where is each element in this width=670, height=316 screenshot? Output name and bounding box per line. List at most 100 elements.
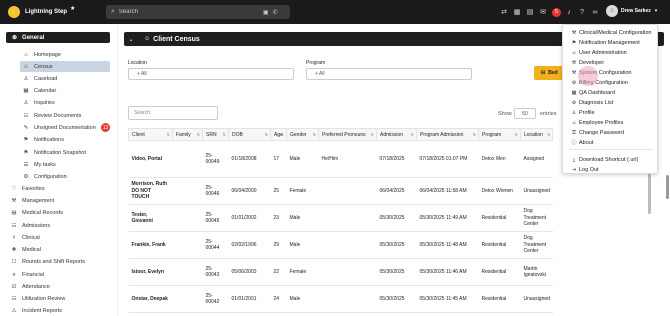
menu-item-clinical-medical-configuration[interactable]: ⚒ Clinical/Medical Configuration (571, 28, 652, 37)
sort-icon[interactable]: ⇅ (223, 132, 226, 137)
sort-icon[interactable]: ⇅ (197, 132, 200, 137)
cell-client[interactable]: Istoor, Evelyn (128, 258, 173, 286)
cell-admission: 06/04/2025 (376, 177, 417, 205)
sort-icon[interactable]: ⇅ (281, 132, 284, 137)
sidebar-item-homepage[interactable]: ⌂ Homepage (22, 49, 108, 60)
menu-item-about[interactable]: ⓘ About (571, 138, 593, 147)
column-header[interactable]: Program Admission ⇅ (416, 128, 479, 141)
table-search-input[interactable]: Search: (128, 106, 218, 120)
sidebar-group-general[interactable]: ⊕ General (6, 32, 110, 43)
sidebar-section-attendance[interactable]: ☑ Attendance (10, 281, 110, 292)
column-header[interactable]: Preferred Pronouns ⇅ (318, 128, 377, 141)
column-header[interactable]: DOB ⇅ (228, 128, 271, 141)
menu-item-label: Developer (579, 59, 605, 66)
chat-icon[interactable]: ✉ (537, 5, 549, 19)
bell-icon[interactable]: ♪ (563, 5, 575, 19)
sidebar-item-inquiries[interactable]: ♙ Inquiries (22, 97, 108, 108)
cell-client[interactable]: Onstar, Deepak (128, 285, 173, 313)
wrench-icon: ⚒ (571, 29, 577, 36)
cell-client[interactable]: Video, Portal (128, 140, 173, 178)
search-icon: ⌕ (111, 8, 115, 15)
global-search-input[interactable] (118, 9, 259, 15)
sidebar-item-notifications[interactable]: ⚑ Notifications (22, 134, 108, 145)
table-row[interactable]: Video, Portal 25-00049 01/18/2008 17 Male He/… (128, 140, 553, 178)
sort-icon[interactable]: ⇅ (265, 132, 268, 137)
cell-client[interactable]: Morrison, Ruth DO NOT TOUCH (128, 177, 173, 205)
table-row[interactable]: Morrison, Ruth DO NOT TOUCH 25-00046 06/04… (128, 177, 553, 205)
cell-client[interactable]: Frankie, Frank (128, 231, 173, 259)
help-icon[interactable]: ? (576, 5, 588, 19)
sidebar-section-clinical[interactable]: ⚕ Clinical (10, 232, 110, 243)
handshake-icon[interactable]: ⇄ (498, 5, 510, 19)
wrench-icon: ⚒ (571, 69, 577, 76)
phone-icon[interactable]: ✆ (273, 9, 278, 16)
sort-icon[interactable]: ⇅ (547, 132, 550, 137)
column-header[interactable]: Program ⇅ (478, 128, 521, 141)
sidebar-item-review-documents[interactable]: ☷ Review Documents (22, 110, 108, 121)
menu-item-profile[interactable]: ♙ Profile (571, 108, 595, 117)
cell-age: 29 (270, 231, 287, 259)
menu-item-download-shortcut-url[interactable]: ⤓ Download Shortcut (.url) (571, 155, 638, 164)
user-menu-toggle[interactable]: ☺ Drew Sarkez ▾ (606, 5, 657, 17)
grid-icon[interactable]: ▤ (524, 5, 536, 19)
sidebar-section-medical[interactable]: ✚ Medical (10, 244, 110, 255)
menu-item-notification-management[interactable]: ⚑ Notification Management (571, 38, 640, 47)
sidebar-section-medical-records[interactable]: ▤ Medical Records (10, 207, 110, 218)
menu-item-qa-dashboard[interactable]: ▦ QA Dashboard (571, 88, 615, 97)
cell-pronouns (318, 258, 377, 286)
column-header[interactable]: Client ⇅ (128, 128, 173, 141)
table-row[interactable]: Tester, Giovanni 25-00045 01/01/2002 23 Male… (128, 204, 553, 232)
table-row[interactable]: Frankie, Frank 25-00044 02/02/1996 29 Male 05… (128, 231, 553, 259)
sidebar-item-my-tasks[interactable]: ☰ My tasks (22, 159, 108, 170)
link-icon[interactable]: ∞ (589, 5, 601, 19)
sidebar-section-management[interactable]: ⚒ Management (10, 195, 110, 206)
menu-item-change-password[interactable]: ⚿ Change Password (571, 128, 624, 137)
menu-item-employee-profiles[interactable]: ☺ Employee Profiles (571, 118, 623, 127)
sort-icon[interactable]: ⇅ (371, 132, 374, 137)
sidebar-item-calendar[interactable]: ▦ Calendar (22, 85, 108, 96)
sidebar-section-rounds-and-shift-reports[interactable]: ☐ Rounds and Shift Reports (10, 256, 110, 267)
column-header[interactable]: Location ⇅ (519, 128, 554, 141)
sidebar-item-census[interactable]: ☺ Census (20, 61, 110, 72)
column-header[interactable]: Gender ⇅ (286, 128, 319, 141)
column-header[interactable]: Admission ⇅ (376, 128, 417, 141)
scan-icon[interactable]: ▣ (263, 9, 269, 16)
sidebar-section-admissions[interactable]: ☷ Admissions (10, 220, 110, 231)
sort-icon[interactable]: ⇅ (411, 132, 414, 137)
column-header-label: Admission (380, 131, 404, 138)
menu-item-diagnosis-list[interactable]: ⚙ Diagnosis List (571, 98, 614, 107)
sidebar-section-financial[interactable]: ¤ Financial (10, 269, 110, 280)
pin-icon[interactable]: ★ (70, 5, 75, 12)
sidebar-item-configuration[interactable]: ⚙ Configuration (22, 171, 108, 182)
sidebar-item-notification-snapshot[interactable]: ⚑ Notification Snapshot (22, 147, 108, 158)
menu-item-label: Diagnosis List (579, 99, 614, 106)
brand[interactable]: ⚡ Lightning Step ★ (0, 6, 100, 18)
table-row[interactable]: Istoor, Evelyn 25-00043 05/06/2003 22 Female… (128, 258, 553, 286)
chevron-down-icon[interactable]: ⌄ (124, 36, 138, 43)
column-header[interactable]: Age ⇅ (270, 128, 287, 141)
page-scrollbar[interactable] (666, 175, 669, 199)
sort-icon[interactable]: ⇅ (473, 132, 476, 137)
sort-icon[interactable]: ⇅ (313, 132, 316, 137)
table-row[interactable]: Onstar, Deepak 25-00042 01/01/2001 24 Male 05… (128, 285, 553, 313)
column-header[interactable]: SRN ⇅ (202, 128, 229, 141)
location-select[interactable]: + All (128, 68, 294, 80)
sidebar-item-caseload[interactable]: ♙ Caseload (22, 73, 108, 84)
entries-select[interactable]: 50 (514, 108, 536, 119)
program-select[interactable]: + All (306, 68, 472, 80)
sort-icon[interactable]: ⇅ (515, 132, 518, 137)
sort-icon[interactable]: ⇅ (167, 132, 170, 137)
sidebar-section-incident-reports[interactable]: ⚠ Incident Reports (10, 305, 110, 316)
calendar-icon[interactable]: ▦ (511, 5, 523, 19)
notification-count-badge[interactable]: 5 (552, 7, 561, 17)
calendar-icon: ▦ (23, 87, 29, 94)
column-header[interactable]: Family ⇅ (172, 128, 203, 141)
sidebar-section-utilization-review[interactable]: ☷ Utilization Review (10, 293, 110, 304)
sidebar-item-unsigned-documentation[interactable]: ✎ Unsigned Documentation (22, 122, 108, 133)
menu-item-log-out[interactable]: ⇥ Log Out (571, 165, 599, 174)
cell-age: 17 (270, 140, 287, 178)
global-search[interactable]: ⌕ ▣ ✆ (106, 5, 290, 19)
cell-client[interactable]: Tester, Giovanni (128, 204, 173, 232)
menu-item-user-administration[interactable]: ☺ User Administration (571, 48, 626, 57)
sidebar-section-favorites[interactable]: ♡ Favorites (10, 183, 110, 194)
